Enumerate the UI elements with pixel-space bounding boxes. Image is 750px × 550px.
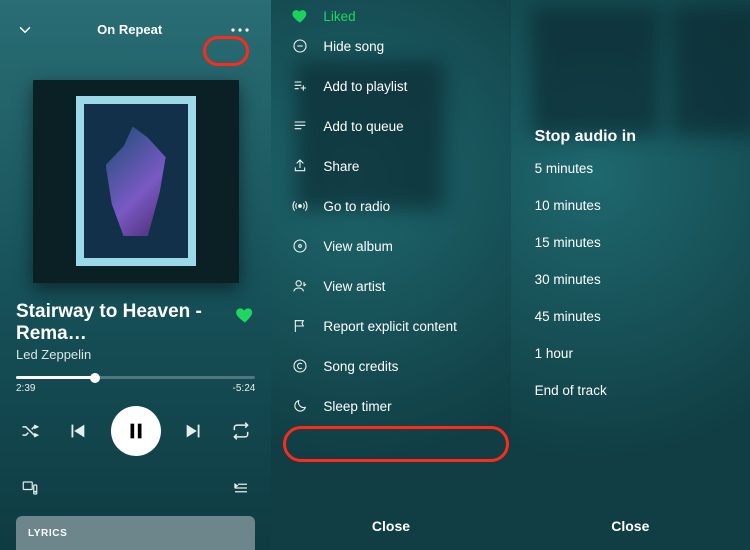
menu-share[interactable]: Share xyxy=(271,146,510,186)
flag-icon xyxy=(291,317,309,335)
menu-report-explicit[interactable]: Report explicit content xyxy=(271,306,510,346)
devices-button[interactable] xyxy=(16,474,44,502)
minus-circle-icon xyxy=(291,37,309,55)
menu-add-to-queue[interactable]: Add to queue xyxy=(271,106,510,146)
liked-indicator[interactable]: Liked xyxy=(271,10,510,26)
menu-hide-song[interactable]: Hide song xyxy=(271,26,510,66)
like-button[interactable] xyxy=(235,305,255,331)
repeat-button[interactable] xyxy=(227,417,255,445)
heart-check-icon xyxy=(291,10,309,25)
previous-button[interactable] xyxy=(63,417,91,445)
queue-icon xyxy=(291,117,309,135)
menu-view-artist[interactable]: View artist xyxy=(271,266,510,306)
time-remaining: -5:24 xyxy=(233,383,256,394)
timer-option-end-of-track[interactable]: End of track xyxy=(511,372,750,409)
close-button[interactable]: Close xyxy=(511,502,750,550)
share-icon xyxy=(291,157,309,175)
lyrics-card[interactable]: LYRICS xyxy=(16,516,255,550)
next-button[interactable] xyxy=(180,417,208,445)
time-elapsed: 2:39 xyxy=(16,383,35,394)
album-icon xyxy=(291,237,309,255)
menu-sleep-timer[interactable]: Sleep timer xyxy=(271,386,510,426)
sleep-timer-title: Stop audio in xyxy=(511,10,750,150)
artist-icon xyxy=(291,277,309,295)
timer-option-15min[interactable]: 15 minutes xyxy=(511,224,750,261)
shuffle-button[interactable] xyxy=(16,417,44,445)
menu-go-to-radio[interactable]: Go to radio xyxy=(271,186,510,226)
close-button[interactable]: Close xyxy=(271,502,510,550)
timer-option-45min[interactable]: 45 minutes xyxy=(511,298,750,335)
pause-button[interactable] xyxy=(111,406,161,456)
timer-option-30min[interactable]: 30 minutes xyxy=(511,261,750,298)
moon-icon xyxy=(291,397,309,415)
track-title: Stairway to Heaven - Rema… xyxy=(16,301,235,345)
timer-option-1hour[interactable]: 1 hour xyxy=(511,335,750,372)
credits-icon xyxy=(291,357,309,375)
radio-icon xyxy=(291,197,309,215)
seek-bar[interactable] xyxy=(16,376,255,379)
timer-option-5min[interactable]: 5 minutes xyxy=(511,150,750,187)
queue-button[interactable] xyxy=(227,474,255,502)
collapse-button[interactable] xyxy=(16,21,34,39)
artist-name[interactable]: Led Zeppelin xyxy=(16,347,235,362)
album-art xyxy=(33,80,239,284)
context-title: On Repeat xyxy=(97,22,162,37)
timer-option-10min[interactable]: 10 minutes xyxy=(511,187,750,224)
more-options-button[interactable] xyxy=(225,18,255,42)
menu-view-album[interactable]: View album xyxy=(271,226,510,266)
menu-song-credits[interactable]: Song credits xyxy=(271,346,510,386)
lyrics-label: LYRICS xyxy=(28,528,67,539)
menu-add-to-playlist[interactable]: Add to playlist xyxy=(271,66,510,106)
playlist-add-icon xyxy=(291,77,309,95)
